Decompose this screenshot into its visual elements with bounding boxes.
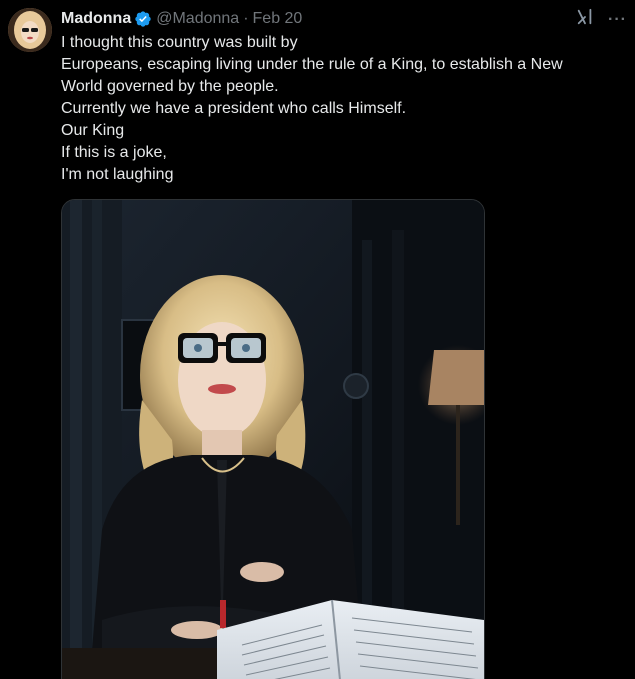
tweet-actions-top: ··· [576, 8, 627, 31]
display-name[interactable]: Madonna [61, 10, 131, 28]
tweet-text-line: If this is a joke, [61, 144, 167, 161]
tweet-text-line: World governed by the people. [61, 78, 279, 95]
avatar[interactable] [8, 8, 52, 52]
tweet[interactable]: Madonna @Madonna · Feb 20 ··· I thought … [0, 0, 635, 679]
tweet-text-line: Currently we have a president who calls … [61, 100, 407, 117]
verified-badge-icon[interactable] [134, 10, 152, 28]
tweet-text: I thought this country was built by Euro… [61, 32, 621, 186]
tweet-text-line: I'm not laughing [61, 166, 174, 183]
timestamp[interactable]: Feb 20 [253, 10, 303, 28]
tweet-text-line: Europeans, escaping living under the rul… [61, 56, 563, 73]
photo-image [62, 200, 484, 679]
tweet-photo[interactable] [61, 199, 485, 679]
avatar-image [8, 8, 52, 52]
separator: · [243, 10, 249, 27]
handle[interactable]: @Madonna [156, 10, 239, 28]
more-options-icon[interactable]: ··· [608, 11, 627, 29]
grok-icon[interactable] [576, 8, 594, 31]
tweet-text-line: I thought this country was built by [61, 34, 298, 51]
tweet-text-line: Our King [61, 122, 125, 139]
tweet-header: Madonna @Madonna · Feb 20 [61, 8, 302, 30]
